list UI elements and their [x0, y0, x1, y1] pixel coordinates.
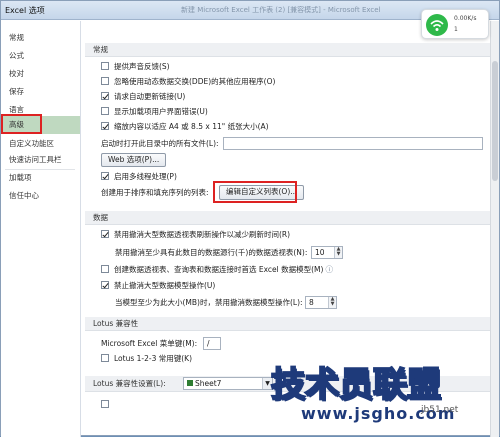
sidebar-item-addins[interactable]: 加载项: [1, 171, 80, 185]
sidebar-item-general[interactable]: 常规: [1, 31, 80, 45]
checkbox-disable-undo-model[interactable]: [101, 281, 109, 289]
section-header-general: 常规: [85, 43, 495, 57]
excel-options-dialog: Excel 选项 新建 Microsoft Excel 工作表 (2) [兼容模…: [0, 0, 500, 437]
option-disable-undo-pivot[interactable]: 禁用撤消大型数据透视表刷新操作以减少刷新时间(R): [101, 229, 290, 241]
options-sidebar: 常规 公式 校对 保存 语言 高级 自定义功能区 快速访问工具栏 加载项 信任中…: [1, 21, 81, 437]
option-update-links[interactable]: 请求自动更新链接(U): [101, 91, 185, 103]
corner-watermark: jb51.net: [421, 405, 459, 415]
checkbox-truncated[interactable]: [101, 400, 109, 408]
spin-arrows-icon[interactable]: ▲ ▼: [328, 297, 336, 308]
watermark-logo-text: 技术员联盟: [270, 364, 442, 406]
lotus-settings-label: Lotus 兼容性设置(L):: [93, 379, 166, 388]
checkbox-lotus-keys[interactable]: [101, 354, 109, 362]
scrollbar-thumb[interactable]: [492, 61, 498, 181]
info-icon: ⓘ: [325, 265, 333, 274]
edit-custom-lists-button[interactable]: 编辑自定义列表(O)...: [219, 185, 305, 200]
option-lotus-keys[interactable]: Lotus 1-2-3 常用键(K): [101, 353, 192, 365]
sheet-select-value: Sheet7: [195, 379, 222, 388]
option-label: 显示加载项用户界面错误(U): [114, 107, 208, 116]
option-prefer-data-model[interactable]: 创建数据透视表、查询表和数据连接时首选 Excel 数据模型(M) ⓘ: [101, 264, 333, 276]
section-header-lotus: Lotus 兼容性: [85, 317, 495, 331]
sidebar-item-quick-access-toolbar[interactable]: 快速访问工具栏: [1, 153, 80, 167]
option-label: Lotus 1-2-3 常用键(K): [114, 354, 193, 363]
menu-key-input[interactable]: /: [203, 337, 221, 350]
option-label: 提供声音反馈(S): [114, 62, 170, 71]
option-scale-a4[interactable]: 缩放内容以适应 A4 或 8.5 x 11" 纸张大小(A): [101, 121, 269, 133]
web-options-button[interactable]: Web 选项(P)...: [101, 153, 167, 167]
pivot-rows-label: 禁用撤消至少具有此数目的数据源行(千)的数据透视表(N):: [115, 248, 308, 257]
startup-folder-label: 启动时打开此目录中的所有文件(L):: [101, 139, 219, 148]
checkbox-multithread[interactable]: [101, 172, 109, 180]
option-label: 启用多线程处理(P): [114, 172, 177, 181]
option-label: 请求自动更新链接(U): [114, 92, 186, 101]
pivot-rows-stepper[interactable]: 10 ▲ ▼: [311, 246, 343, 259]
option-label: 忽略使用动态数据交换(DDE)的其他应用程序(O): [114, 77, 276, 86]
checkbox-sound-feedback[interactable]: [101, 62, 109, 70]
options-scrollbar[interactable]: [490, 21, 499, 437]
model-size-stepper[interactable]: 8 ▲ ▼: [305, 296, 337, 309]
option-label: 禁用撤消大型数据透视表刷新操作以减少刷新时间(R): [114, 230, 291, 239]
checkbox-update-links[interactable]: [101, 92, 109, 100]
model-size-label: 当模型至少为此大小(MB)时，禁用撤消数据模型操作(L):: [115, 298, 303, 307]
sidebar-item-save[interactable]: 保存: [1, 85, 80, 99]
sheet-select[interactable]: Sheet7 ▼: [183, 377, 273, 390]
option-label: 禁止撤消大型数据模型操作(U): [114, 281, 216, 290]
checkbox-addin-errors[interactable]: [101, 107, 109, 115]
option-truncated[interactable]: [101, 399, 114, 411]
sidebar-item-formulas[interactable]: 公式: [1, 49, 80, 63]
option-ignore-dde[interactable]: 忽略使用动态数据交换(DDE)的其他应用程序(O): [101, 76, 275, 88]
option-multithread[interactable]: 启用多线程处理(P): [101, 171, 177, 183]
stepper-value: 10: [315, 248, 325, 257]
startup-folder-input[interactable]: [223, 137, 483, 150]
sheet-icon: [187, 380, 193, 386]
sidebar-item-proofing[interactable]: 校对: [1, 67, 80, 81]
menu-key-label: Microsoft Excel 菜单键(M):: [101, 339, 198, 348]
sidebar-item-trust-center[interactable]: 信任中心: [1, 189, 80, 203]
section-header-data: 数据: [85, 211, 495, 225]
sidebar-divider: [5, 169, 75, 170]
wifi-icon: [426, 14, 448, 36]
option-sound-feedback[interactable]: 提供声音反馈(S): [101, 61, 170, 73]
stepper-value: 8: [309, 298, 314, 307]
background-window-title: 新建 Microsoft Excel 工作表 (2) [兼容模式] - Micr…: [181, 6, 381, 14]
device-count-text: 1: [454, 26, 458, 33]
custom-list-label: 创建用于排序和填充序列的列表:: [101, 188, 209, 197]
checkbox-prefer-data-model[interactable]: [101, 265, 109, 273]
option-disable-undo-model[interactable]: 禁止撤消大型数据模型操作(U): [101, 280, 215, 292]
option-addin-errors[interactable]: 显示加载项用户界面错误(U): [101, 106, 208, 118]
checkbox-scale-a4[interactable]: [101, 122, 109, 130]
sidebar-item-customize-ribbon[interactable]: 自定义功能区: [1, 137, 80, 151]
spin-arrows-icon[interactable]: ▲ ▼: [334, 247, 342, 258]
sidebar-item-advanced[interactable]: 高级: [1, 116, 80, 134]
checkbox-disable-undo-pivot[interactable]: [101, 230, 109, 238]
checkbox-ignore-dde[interactable]: [101, 77, 109, 85]
network-speed-widget: 0.00K/s 1: [421, 9, 489, 39]
sidebar-item-language[interactable]: 语言: [1, 103, 80, 117]
option-label: 创建数据透视表、查询表和数据连接时首选 Excel 数据模型(M): [114, 265, 324, 274]
option-label: 缩放内容以适应 A4 或 8.5 x 11" 纸张大小(A): [114, 122, 269, 131]
network-speed-text: 0.00K/s: [454, 15, 477, 22]
dialog-title: Excel 选项: [5, 6, 45, 15]
